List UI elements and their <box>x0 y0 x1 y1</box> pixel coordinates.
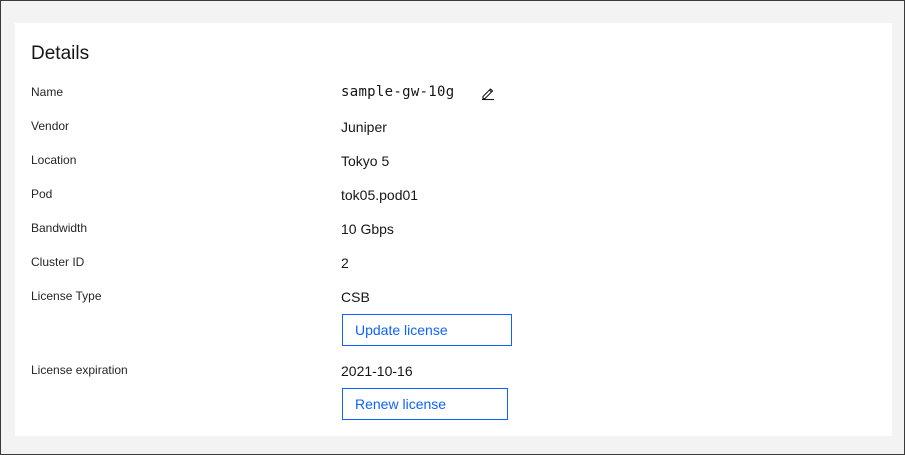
bandwidth-value: 10 Gbps <box>341 221 394 237</box>
license-type-value: CSB <box>341 289 370 305</box>
details-card: Details Name sample-gw-10g Vendor Junipe… <box>15 23 892 436</box>
license-type-label: License Type <box>31 289 102 303</box>
cluster-id-label: Cluster ID <box>31 255 85 269</box>
location-label: Location <box>31 153 77 167</box>
edit-pencil-icon[interactable] <box>480 85 496 101</box>
pod-value: tok05.pod01 <box>341 187 419 203</box>
cluster-id-value: 2 <box>341 255 349 271</box>
vendor-label: Vendor <box>31 119 70 133</box>
location-value: Tokyo 5 <box>341 153 390 169</box>
bandwidth-label: Bandwidth <box>31 221 88 235</box>
license-expiration-label: License expiration <box>31 363 128 377</box>
update-license-button[interactable]: Update license <box>342 314 512 346</box>
card-title: Details <box>31 43 90 64</box>
window-frame: Details Name sample-gw-10g Vendor Junipe… <box>0 0 905 455</box>
vendor-value: Juniper <box>341 119 387 135</box>
pod-label: Pod <box>31 187 53 201</box>
renew-license-button[interactable]: Renew license <box>342 388 508 420</box>
license-expiration-value: 2021-10-16 <box>341 363 413 379</box>
name-value: sample-gw-10g <box>341 84 455 100</box>
name-label: Name <box>31 85 64 99</box>
